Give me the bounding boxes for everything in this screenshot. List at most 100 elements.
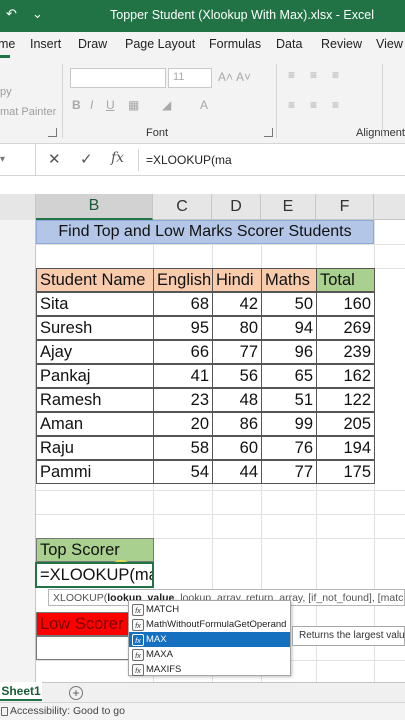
table-cell-total[interactable]: 162 <box>316 364 375 388</box>
name-box[interactable]: ▾ <box>0 144 36 176</box>
table-cell-total[interactable]: 160 <box>316 292 375 316</box>
header-maths[interactable]: Maths <box>261 268 317 292</box>
autocomplete-item-maxa[interactable]: fx MAXA <box>129 647 290 662</box>
autocomplete-item-max[interactable]: fx MAX <box>129 632 290 647</box>
table-cell-maths[interactable]: 77 <box>261 460 317 484</box>
accessibility-status[interactable]: Accessibility: Good to go <box>10 705 125 717</box>
autocomplete-item-mathwithoutformulagetoperand[interactable]: fx MathWithoutFormulaGetOperand <box>129 617 290 632</box>
top-scorer-label[interactable]: Top Scorer <box>36 538 154 562</box>
table-cell-maths[interactable]: 50 <box>261 292 317 316</box>
table-cell-hindi[interactable]: 44 <box>212 460 262 484</box>
table-cell-name[interactable]: Aman <box>36 412 154 436</box>
table-cell-hindi[interactable]: 48 <box>212 388 262 412</box>
align-middle-icon[interactable]: ≡ <box>310 68 317 82</box>
table-cell-maths[interactable]: 96 <box>261 340 317 364</box>
fill-color-icon[interactable]: ◢ <box>162 98 171 112</box>
font-color-icon[interactable]: A <box>200 98 208 112</box>
function-autocomplete-list[interactable]: fx MATCH fx MathWithoutFormulaGetOperand f… <box>128 600 291 676</box>
tab-formulas[interactable]: Formulas <box>209 37 261 51</box>
table-cell-maths[interactable]: 94 <box>261 316 317 340</box>
font-launcher-icon[interactable] <box>264 128 273 137</box>
table-cell-maths[interactable]: 65 <box>261 364 317 388</box>
table-cell-hindi[interactable]: 80 <box>212 316 262 340</box>
header-total[interactable]: Total <box>316 268 375 292</box>
add-sheet-icon[interactable]: + <box>69 686 83 700</box>
align-left-icon[interactable]: ≡ <box>288 98 295 112</box>
select-all-corner[interactable] <box>0 194 36 220</box>
format-painter-button[interactable]: mat Painter <box>0 106 56 118</box>
column-header-g[interactable] <box>374 194 405 220</box>
table-cell-english[interactable]: 68 <box>153 292 213 316</box>
autocomplete-item-match[interactable]: fx MATCH <box>129 602 290 617</box>
table-cell-total[interactable]: 239 <box>316 340 375 364</box>
column-header-e[interactable]: E <box>261 194 316 220</box>
table-cell-english[interactable]: 54 <box>153 460 213 484</box>
table-cell-maths[interactable]: 99 <box>261 412 317 436</box>
tab-data[interactable]: Data <box>276 37 302 51</box>
header-english[interactable]: English <box>153 268 213 292</box>
table-cell-name[interactable]: Sita <box>36 292 154 316</box>
active-cell-editing[interactable]: =XLOOKUP(ma <box>35 562 154 588</box>
font-name-select[interactable] <box>70 68 166 88</box>
tab-home[interactable]: me <box>0 37 15 51</box>
table-cell-hindi[interactable]: 56 <box>212 364 262 388</box>
table-cell-hindi[interactable]: 77 <box>212 340 262 364</box>
column-header-d[interactable]: D <box>212 194 261 220</box>
tab-review[interactable]: Review <box>321 37 362 51</box>
table-cell-english[interactable]: 58 <box>153 436 213 460</box>
table-cell-name[interactable]: Suresh <box>36 316 154 340</box>
sheet-banner-title[interactable]: Find Top and Low Marks Scorer Students <box>36 220 374 244</box>
table-cell-hindi[interactable]: 42 <box>212 292 262 316</box>
underline-button[interactable]: U <box>106 98 115 112</box>
table-cell-english[interactable]: 66 <box>153 340 213 364</box>
table-cell-hindi[interactable]: 86 <box>212 412 262 436</box>
table-cell-name[interactable]: Raju <box>36 436 154 460</box>
enter-icon[interactable]: ✓ <box>80 150 93 168</box>
table-cell-total[interactable]: 269 <box>316 316 375 340</box>
header-student-name[interactable]: Student Name <box>36 268 154 292</box>
clipboard-launcher-icon[interactable] <box>48 128 57 137</box>
borders-icon[interactable]: ▦ <box>128 98 139 112</box>
undo-icon[interactable]: ↶ <box>6 6 17 22</box>
sheet-tab-sheet1[interactable]: Sheet1 <box>0 682 42 701</box>
name-box-dropdown-icon[interactable]: ▾ <box>0 154 5 166</box>
column-header-f[interactable]: F <box>316 194 374 220</box>
table-cell-hindi[interactable]: 60 <box>212 436 262 460</box>
column-header-c[interactable]: C <box>153 194 212 220</box>
table-cell-maths[interactable]: 51 <box>261 388 317 412</box>
table-cell-total[interactable]: 175 <box>316 460 375 484</box>
insert-function-icon[interactable]: fx <box>111 150 124 166</box>
shrink-font-button[interactable]: A˅ <box>236 70 251 84</box>
table-cell-maths[interactable]: 76 <box>261 436 317 460</box>
tab-insert[interactable]: Insert <box>30 37 61 51</box>
table-cell-english[interactable]: 23 <box>153 388 213 412</box>
cancel-icon[interactable]: ✕ <box>48 150 61 168</box>
table-cell-total[interactable]: 194 <box>316 436 375 460</box>
accessibility-icon[interactable] <box>1 707 8 716</box>
align-top-icon[interactable]: ≡ <box>288 68 295 82</box>
table-cell-total[interactable]: 205 <box>316 412 375 436</box>
italic-button[interactable]: I <box>90 98 93 112</box>
copy-button-label[interactable]: py <box>0 86 12 98</box>
grow-font-button[interactable]: A˄ <box>218 70 233 84</box>
table-cell-total[interactable]: 122 <box>316 388 375 412</box>
tab-draw[interactable]: Draw <box>78 37 107 51</box>
bold-button[interactable]: B <box>72 98 81 112</box>
align-center-icon[interactable]: ≡ <box>310 98 317 112</box>
formula-input[interactable]: =XLOOKUP(ma <box>146 153 232 167</box>
table-cell-name[interactable]: Ramesh <box>36 388 154 412</box>
table-cell-english[interactable]: 20 <box>153 412 213 436</box>
table-cell-english[interactable]: 95 <box>153 316 213 340</box>
table-cell-english[interactable]: 41 <box>153 364 213 388</box>
table-cell-name[interactable]: Ajay <box>36 340 154 364</box>
align-right-icon[interactable]: ≡ <box>332 98 339 112</box>
autocomplete-item-maxifs[interactable]: fx MAXIFS <box>129 662 290 677</box>
table-cell-name[interactable]: Pankaj <box>36 364 154 388</box>
tab-view[interactable]: View <box>376 37 403 51</box>
table-cell-name[interactable]: Pammi <box>36 460 154 484</box>
header-hindi[interactable]: Hindi <box>212 268 262 292</box>
align-bottom-icon[interactable]: ≡ <box>332 68 339 82</box>
font-size-select[interactable]: 11 <box>168 68 212 88</box>
qat-customize-icon[interactable]: ⌄ <box>32 6 43 22</box>
column-header-b[interactable]: B <box>36 194 153 220</box>
